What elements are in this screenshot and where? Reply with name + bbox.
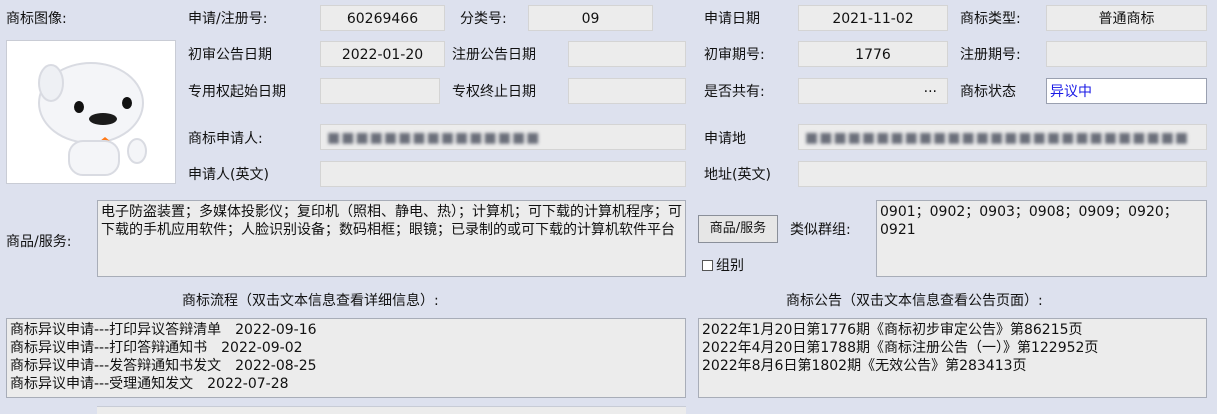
- goods-textbox[interactable]: 电子防盗装置；多媒体投影仪；复印机（照相、静电、热）；计算机；可下载的计算机程序…: [97, 200, 686, 277]
- flow-item[interactable]: 商标异议申请---打印答辩通知书 2022-09-02: [10, 339, 682, 357]
- applicant-label: 商标申请人:: [188, 131, 263, 147]
- flow-item[interactable]: 商标异议申请---发答辩通知书发文 2022-08-25: [10, 357, 682, 375]
- notice-title: 商标公告（双击文本信息查看公告页面）:: [786, 293, 1043, 309]
- status-field[interactable]: 异议中: [1046, 78, 1207, 104]
- applicant-addr-label: 申请地: [704, 131, 746, 147]
- notice-listbox[interactable]: 2022年1月20日第1776期《商标初步审定公告》第86215页 2022年4…: [698, 318, 1207, 398]
- goods-services-button[interactable]: 商品/服务: [698, 215, 778, 243]
- right-end-label: 专权终止日期: [452, 84, 536, 100]
- applicant-en-field[interactable]: [320, 161, 686, 187]
- notice-item[interactable]: 2022年8月6日第1802期《无效公告》第283413页: [702, 357, 1203, 375]
- similar-group-textbox[interactable]: 0901；0902；0903；0908；0909；0920；0921: [876, 200, 1207, 277]
- flow-item[interactable]: 商标异议申请---受理通知发文 2022-07-28: [10, 375, 682, 393]
- apply-date-label: 申请日期: [704, 11, 760, 27]
- group-checkbox[interactable]: [702, 260, 713, 271]
- right-start-field[interactable]: [320, 78, 440, 104]
- address-en-label: 地址(英文): [704, 167, 771, 183]
- notice-item[interactable]: 2022年1月20日第1776期《商标初步审定公告》第86215页: [702, 321, 1203, 339]
- applicant-value: ■■■■■■■■■■■■■■■: [327, 130, 541, 146]
- shared-field[interactable]: ···: [798, 78, 948, 104]
- similar-group-text: 0901；0902；0903；0908；0909；0920；0921: [880, 204, 1178, 238]
- dog-mascot-logo: [38, 62, 147, 176]
- similar-group-label: 类似群组:: [790, 222, 851, 238]
- notice-item[interactable]: 2022年4月20日第1788期《商标注册公告（一）》第122952页: [702, 339, 1203, 357]
- prelim-date-label: 初审公告日期: [188, 47, 272, 63]
- reg-issue-field[interactable]: [1046, 41, 1207, 67]
- status-label: 商标状态: [960, 84, 1016, 100]
- class-field[interactable]: 09: [528, 5, 653, 31]
- reg-issue-label: 注册期号:: [960, 47, 1021, 63]
- prelim-issue-field[interactable]: 1776: [798, 41, 948, 67]
- right-end-field[interactable]: [568, 78, 686, 104]
- reg-no-label: 申请/注册号:: [188, 11, 268, 27]
- prelim-issue-label: 初审期号:: [704, 47, 765, 63]
- flow-item[interactable]: 商标异议申请---打印异议答辩清单 2022-09-16: [10, 321, 682, 339]
- goods-text: 电子防盗装置；多媒体投影仪；复印机（照相、静电、热）；计算机；可下载的计算机程序…: [101, 204, 682, 238]
- right-start-label: 专用权起始日期: [188, 84, 286, 100]
- reg-pub-date-label: 注册公告日期: [452, 47, 536, 63]
- applicant-field[interactable]: ■■■■■■■■■■■■■■■: [320, 124, 686, 150]
- applicant-en-label: 申请人(英文): [188, 167, 269, 183]
- flow-listbox[interactable]: 商标异议申请---打印异议答辩清单 2022-09-16 商标异议申请---打印…: [6, 318, 686, 398]
- apply-date-field[interactable]: 2021-11-02: [798, 5, 948, 31]
- shared-label: 是否共有:: [704, 84, 765, 100]
- class-label: 分类号:: [460, 11, 507, 27]
- prelim-date-field[interactable]: 2022-01-20: [320, 41, 445, 67]
- trademark-image: [6, 40, 176, 184]
- tm-type-field[interactable]: 普通商标: [1046, 5, 1207, 31]
- group-checkbox-label: 组别: [716, 258, 744, 274]
- applicant-addr-field[interactable]: ■■■■■■■■■■■■■■■■■■■■■■■■■■■: [798, 124, 1207, 150]
- image-label: 商标图像:: [6, 11, 67, 27]
- reg-no-field[interactable]: 60269466: [320, 5, 445, 31]
- address-en-field[interactable]: [798, 161, 1207, 187]
- reg-pub-date-field[interactable]: [568, 41, 686, 67]
- tm-type-label: 商标类型:: [960, 11, 1021, 27]
- applicant-addr-value: ■■■■■■■■■■■■■■■■■■■■■■■■■■■: [805, 130, 1190, 146]
- flow-title: 商标流程（双击文本信息查看详细信息）:: [182, 293, 439, 309]
- goods-label: 商品/服务:: [6, 234, 72, 250]
